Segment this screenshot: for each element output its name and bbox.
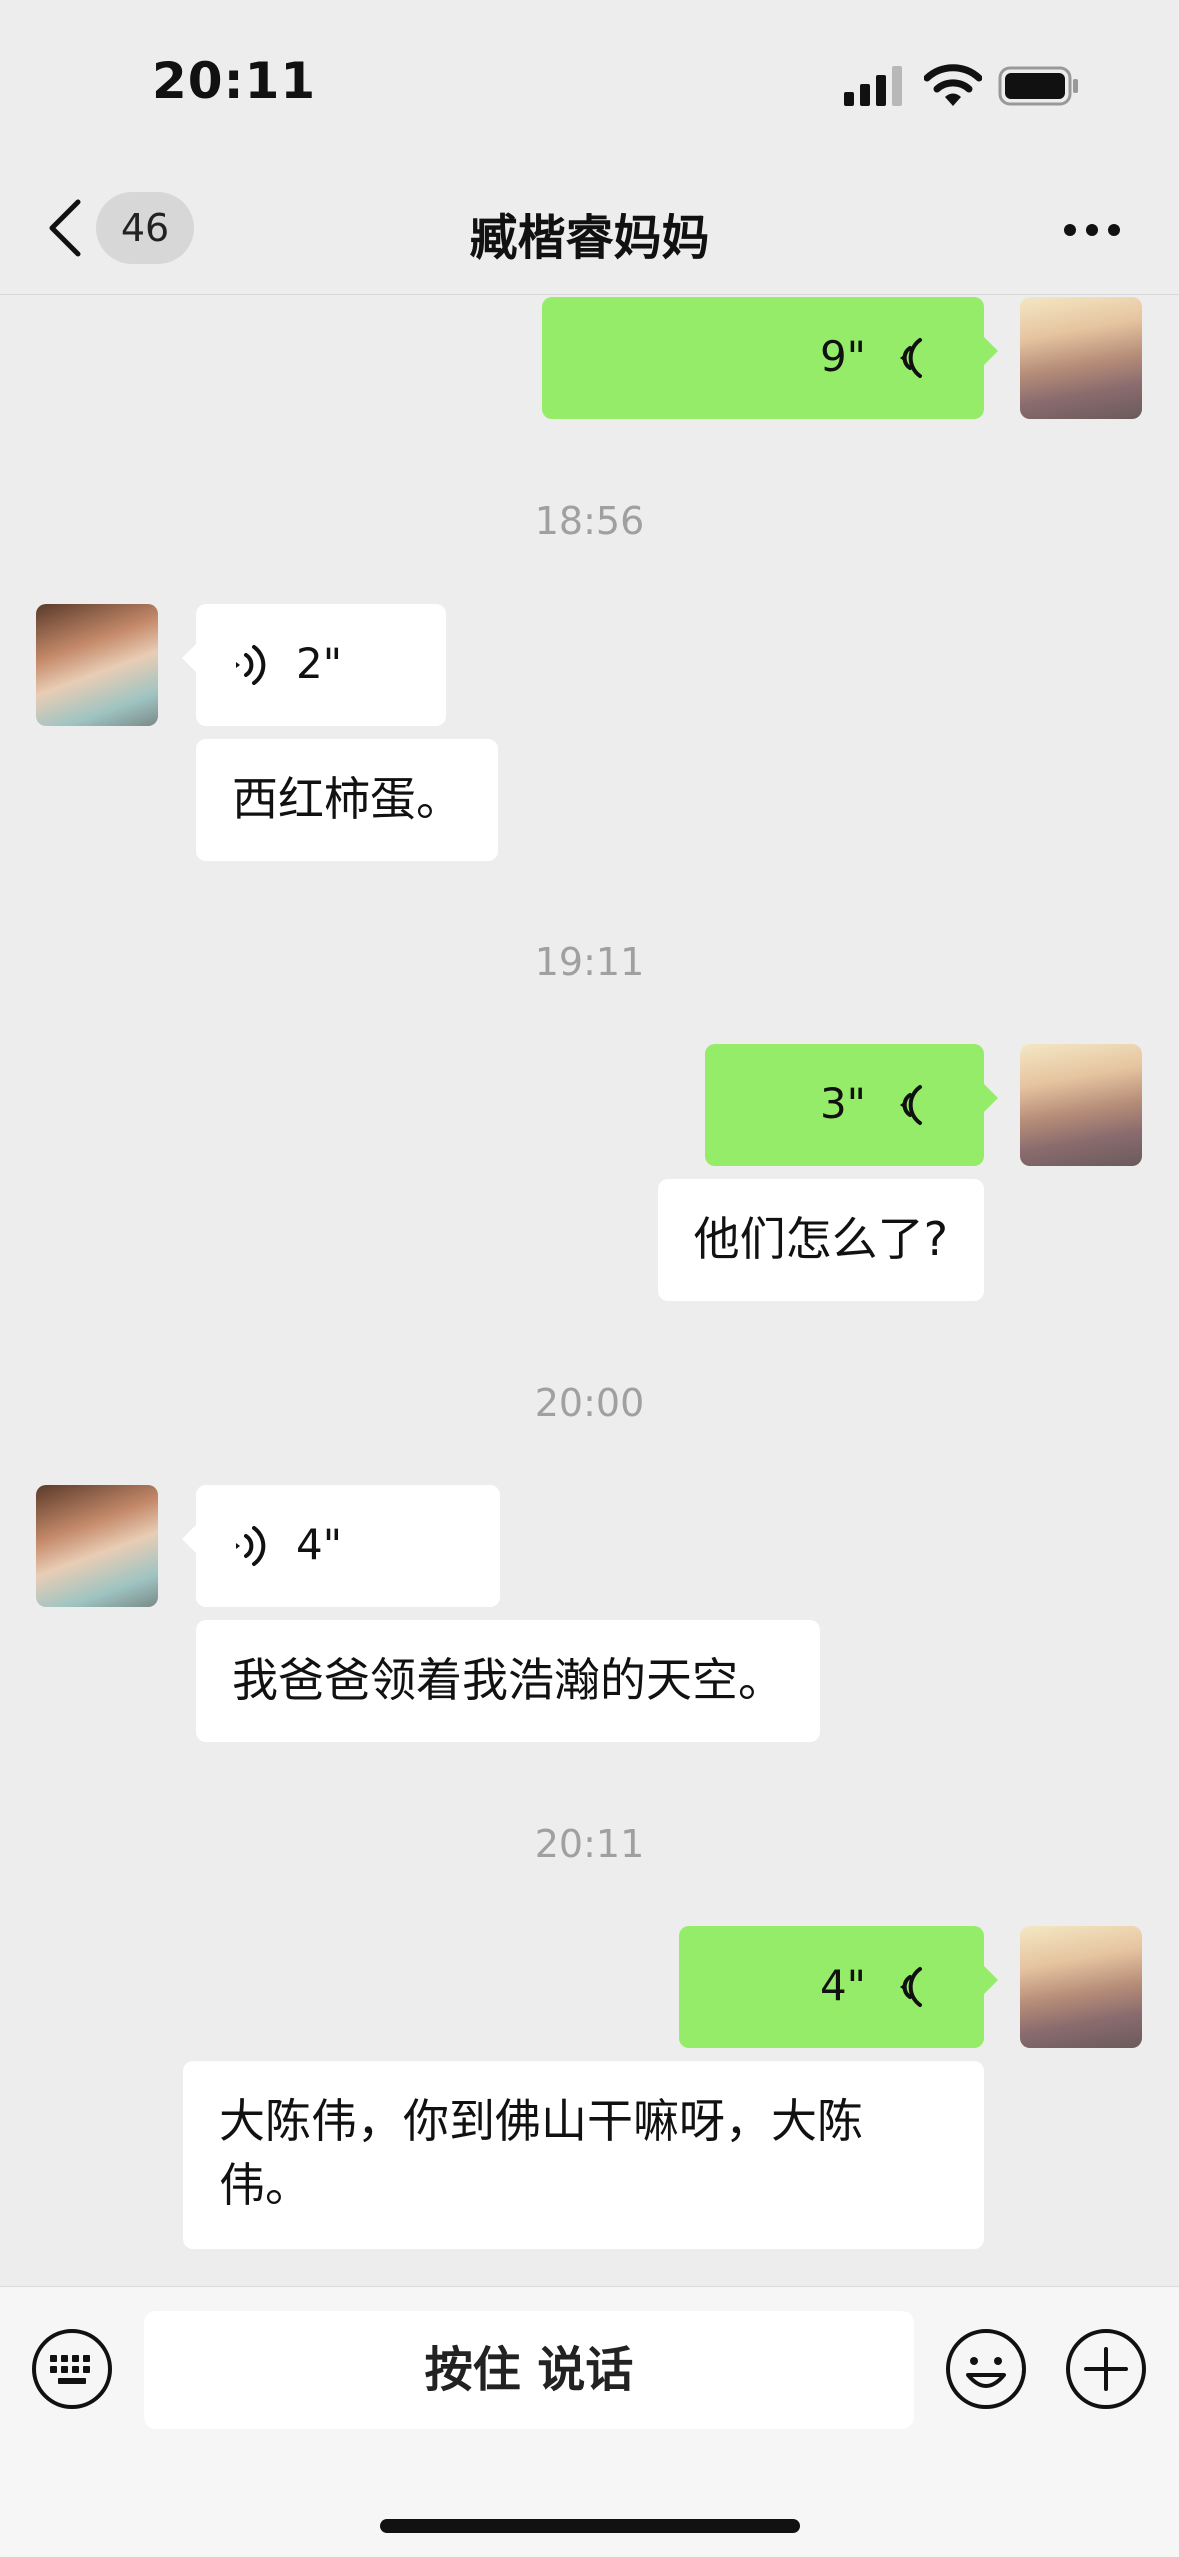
voice-duration: 9" xyxy=(819,332,866,381)
timestamp: 20:11 xyxy=(534,1822,645,1866)
voice-duration: 2" xyxy=(296,639,343,688)
chat-title: 臧楷睿妈妈 xyxy=(469,210,710,266)
voice-message-outgoing[interactable]: 3" xyxy=(705,1044,998,1166)
voice-wave-icon xyxy=(236,645,266,685)
home-indicator[interactable] xyxy=(380,2519,800,2533)
voice-duration: 3" xyxy=(819,1079,866,1128)
voice-message-outgoing[interactable]: 4" xyxy=(679,1926,998,2048)
voice-message-incoming[interactable]: 4" xyxy=(182,1485,500,1607)
text-message-incoming[interactable]: 西红柿蛋。 xyxy=(196,739,498,861)
chat-header: 46 臧楷睿妈妈 xyxy=(0,170,1179,295)
my-avatar[interactable] xyxy=(1020,297,1142,419)
contact-avatar[interactable] xyxy=(36,1485,158,1607)
voice-wave-icon xyxy=(900,1967,922,2007)
timestamp: 19:11 xyxy=(534,940,645,984)
text-message-incoming[interactable]: 我爸爸领着我浩瀚的天空。 xyxy=(196,1620,820,1742)
voice-message-incoming[interactable]: 2" xyxy=(182,604,446,726)
status-bar: 20:11 xyxy=(0,0,1179,170)
battery-icon xyxy=(998,66,1078,106)
timestamp: 20:00 xyxy=(534,1381,645,1425)
my-avatar[interactable] xyxy=(1020,1926,1142,2048)
voice-wave-icon xyxy=(236,1526,266,1566)
voice-message-outgoing[interactable]: 9" xyxy=(542,297,998,419)
wifi-icon xyxy=(924,64,982,106)
contact-avatar[interactable] xyxy=(36,604,158,726)
hold-to-talk-button[interactable]: 按住 说话 xyxy=(144,2311,914,2429)
text-message-outgoing[interactable]: 大陈伟，你到佛山干嘛呀，大陈伟。 xyxy=(183,2061,984,2249)
text-message-outgoing[interactable]: 他们怎么了? xyxy=(657,1179,984,1301)
keyboard-icon[interactable] xyxy=(30,2327,114,2411)
my-avatar[interactable] xyxy=(1020,1044,1142,1166)
emoji-icon[interactable] xyxy=(944,2327,1028,2411)
input-bar: 按住 说话 xyxy=(0,2286,1179,2557)
voice-wave-icon xyxy=(900,338,922,378)
status-time: 20:11 xyxy=(152,52,317,110)
more-icon[interactable] xyxy=(1062,220,1122,240)
voice-duration: 4" xyxy=(296,1520,343,1569)
signal-icon xyxy=(844,66,902,106)
voice-wave-icon xyxy=(900,1085,922,1125)
timestamp: 18:56 xyxy=(534,499,645,543)
voice-duration: 4" xyxy=(819,1961,866,2010)
message-list[interactable]: 9" 18:56 2" 西红柿蛋。 19:11 3" 他们怎么了? 20:00 xyxy=(0,295,1179,2285)
plus-icon[interactable] xyxy=(1064,2327,1148,2411)
